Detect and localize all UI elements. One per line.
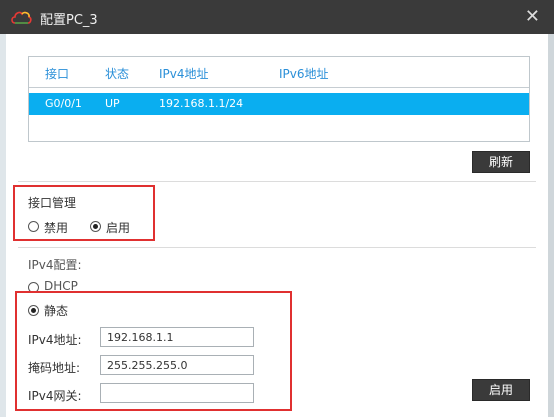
divider — [18, 247, 536, 248]
cloud-logo-icon — [11, 11, 32, 24]
header-port: 接口 — [45, 67, 70, 81]
table-header: 接口 状态 IPv4地址 IPv6地址 — [29, 57, 529, 88]
ip-label: IPv4地址: — [28, 333, 82, 347]
disable-label: 禁用 — [44, 221, 69, 235]
window-title: 配置PC_3 — [40, 13, 98, 28]
title-bar: 配置PC_3 ✕ — [0, 0, 554, 34]
ipv4-address-input[interactable] — [100, 327, 254, 347]
close-icon[interactable]: ✕ — [525, 6, 540, 27]
enable-radio[interactable] — [90, 221, 101, 232]
cell-port: G0/0/1 — [45, 97, 82, 110]
cell-ipv4: 192.168.1.1/24 — [159, 97, 244, 110]
ipv4-config-label: IPv4配置: — [28, 258, 82, 272]
iface-mgmt-label: 接口管理 — [28, 196, 77, 210]
divider — [18, 181, 536, 182]
disable-radio[interactable] — [28, 221, 39, 232]
enable-label: 启用 — [106, 221, 131, 235]
header-ipv4: IPv4地址 — [159, 67, 209, 81]
static-radio[interactable] — [28, 305, 39, 316]
interface-table: 接口 状态 IPv4地址 IPv6地址 G0/0/1 UP 192.168.1.… — [28, 56, 530, 142]
subnet-mask-input[interactable] — [100, 355, 254, 375]
cell-status: UP — [105, 97, 120, 110]
static-label: 静态 — [44, 304, 69, 318]
header-ipv6: IPv6地址 — [279, 67, 329, 81]
gateway-label: IPv4网关: — [28, 389, 82, 403]
header-status: 状态 — [105, 67, 130, 81]
scrollbar-track[interactable] — [548, 34, 554, 417]
config-dialog: 接口 状态 IPv4地址 IPv6地址 G0/0/1 UP 192.168.1.… — [6, 34, 548, 417]
apply-button[interactable]: 启用 — [472, 379, 530, 401]
refresh-button[interactable]: 刷新 — [472, 151, 530, 173]
gateway-input[interactable] — [100, 383, 254, 403]
table-row[interactable]: G0/0/1 UP 192.168.1.1/24 — [29, 93, 529, 115]
mask-label: 掩码地址: — [28, 361, 81, 375]
